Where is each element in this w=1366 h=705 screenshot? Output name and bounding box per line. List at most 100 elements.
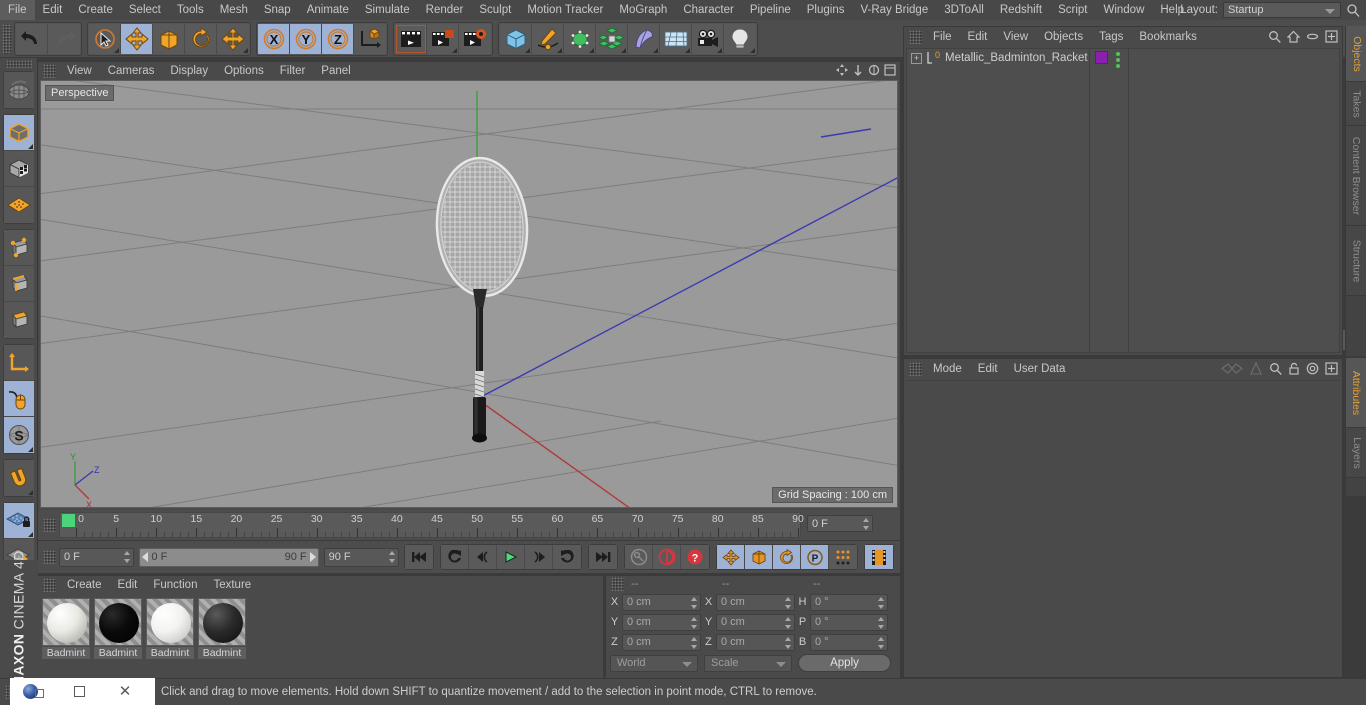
coordinate-field-x-1[interactable]: 0 cm bbox=[622, 594, 701, 611]
preview-range-slider[interactable]: 0 F 90 F bbox=[139, 548, 318, 567]
stepper-icon[interactable] bbox=[784, 617, 791, 629]
object-menu-view[interactable]: View bbox=[995, 27, 1036, 47]
material-item[interactable]: Badmint bbox=[146, 598, 194, 659]
lock-z-axis-button[interactable]: Z bbox=[322, 24, 354, 54]
next-key-button[interactable] bbox=[553, 545, 581, 569]
attribute-menu-mode[interactable]: Mode bbox=[925, 359, 970, 379]
play-backwards-keyframe-button[interactable] bbox=[441, 545, 469, 569]
world-object-coords-button[interactable] bbox=[354, 24, 386, 54]
viewport-menu-display[interactable]: Display bbox=[162, 62, 216, 80]
move-axis-tool[interactable] bbox=[217, 24, 249, 54]
menu-simulate[interactable]: Simulate bbox=[357, 0, 418, 20]
render-view-button[interactable] bbox=[395, 24, 427, 54]
coordinate-field-h-3[interactable]: 0 ° bbox=[810, 594, 888, 611]
material-thumbnail[interactable] bbox=[146, 598, 194, 646]
undo-view-button[interactable] bbox=[4, 72, 34, 108]
material-thumbnail[interactable] bbox=[42, 598, 90, 646]
menu-mesh[interactable]: Mesh bbox=[212, 0, 256, 20]
tab-layers[interactable]: Layers bbox=[1346, 428, 1366, 478]
expand-icon[interactable] bbox=[1325, 30, 1338, 46]
maximize-view-icon[interactable] bbox=[884, 64, 896, 79]
menu-window[interactable]: Window bbox=[1095, 0, 1152, 20]
spline-icon[interactable] bbox=[1221, 362, 1243, 378]
coordinate-field-x-2[interactable]: 0 cm bbox=[716, 594, 795, 611]
preview-end-field[interactable]: 90 F bbox=[324, 548, 399, 567]
material-menu-edit[interactable]: Edit bbox=[110, 576, 146, 594]
stepper-icon[interactable] bbox=[690, 637, 697, 649]
stepper-icon[interactable] bbox=[123, 551, 130, 563]
record-position-button[interactable] bbox=[717, 545, 745, 569]
expand-toggle-icon[interactable]: + bbox=[911, 53, 922, 64]
scale-tool[interactable] bbox=[153, 24, 185, 54]
viewport-3d[interactable]: Perspective Grid Spacing : 100 cm Y Z X bbox=[40, 80, 898, 508]
go-to-end-button[interactable] bbox=[589, 545, 617, 569]
viewport-menu-options[interactable]: Options bbox=[216, 62, 272, 80]
material-gripper[interactable] bbox=[43, 578, 56, 592]
left-palette-gripper[interactable] bbox=[6, 60, 32, 68]
render-to-picture-viewer-button[interactable] bbox=[427, 24, 459, 54]
record-rotation-button[interactable] bbox=[773, 545, 801, 569]
menu-create[interactable]: Create bbox=[70, 0, 121, 20]
lock-x-axis-button[interactable]: X bbox=[258, 24, 290, 54]
range-left-arrow-icon[interactable] bbox=[142, 552, 148, 562]
add-light-button[interactable] bbox=[724, 24, 756, 54]
object-tree[interactable]: +0Metallic_Badminton_Racket bbox=[906, 48, 1340, 353]
menu-script[interactable]: Script bbox=[1050, 0, 1095, 20]
material-tag-icon[interactable] bbox=[1095, 51, 1108, 64]
viewport-menu-view[interactable]: View bbox=[59, 62, 100, 80]
search-icon[interactable] bbox=[1346, 3, 1360, 17]
material-thumbnail[interactable] bbox=[198, 598, 246, 646]
add-camera-button[interactable] bbox=[692, 24, 724, 54]
menu-plugins[interactable]: Plugins bbox=[799, 0, 853, 20]
coordinate-field-y-1[interactable]: 0 cm bbox=[622, 614, 701, 631]
attribute-menu-edit[interactable]: Edit bbox=[970, 359, 1006, 379]
menu-render[interactable]: Render bbox=[418, 0, 472, 20]
menu-edit[interactable]: Edit bbox=[35, 0, 71, 20]
target-icon[interactable] bbox=[1306, 362, 1319, 378]
viewport-gripper[interactable] bbox=[43, 64, 56, 78]
menu-3dtoall[interactable]: 3DToAll bbox=[936, 0, 992, 20]
render-settings-button[interactable] bbox=[459, 24, 491, 54]
points-mode-button[interactable] bbox=[4, 230, 34, 266]
lock-y-axis-button[interactable]: Y bbox=[290, 24, 322, 54]
current-frame-field[interactable]: 0 F bbox=[59, 548, 134, 567]
search-icon[interactable] bbox=[1268, 30, 1281, 46]
coordinate-field-z-1[interactable]: 0 cm bbox=[622, 634, 701, 651]
material-item[interactable]: Badmint bbox=[198, 598, 246, 659]
menu-tools[interactable]: Tools bbox=[169, 0, 212, 20]
edges-mode-button[interactable] bbox=[4, 266, 34, 302]
add-scene-object-button[interactable] bbox=[660, 24, 692, 54]
material-thumbnail[interactable] bbox=[94, 598, 142, 646]
expand-icon[interactable] bbox=[1325, 362, 1338, 378]
maximize-window-icon[interactable] bbox=[56, 678, 102, 705]
visibility-dots-icon[interactable] bbox=[1114, 52, 1122, 68]
autokeying-button[interactable] bbox=[653, 545, 681, 569]
stepper-icon[interactable] bbox=[877, 637, 884, 649]
menu-file[interactable]: File bbox=[0, 0, 35, 20]
go-to-start-button[interactable] bbox=[405, 545, 433, 569]
object-row[interactable]: +0Metallic_Badminton_Racket bbox=[907, 49, 1339, 67]
redo-button[interactable] bbox=[48, 24, 80, 54]
stepper-icon[interactable] bbox=[862, 518, 869, 530]
texture-axis-mode-button[interactable] bbox=[4, 151, 34, 187]
material-menu-create[interactable]: Create bbox=[59, 576, 110, 594]
coordinate-field-b-3[interactable]: 0 ° bbox=[810, 634, 888, 651]
polygons-mode-button[interactable] bbox=[4, 302, 34, 338]
viewport-menu-panel[interactable]: Panel bbox=[313, 62, 358, 80]
record-active-objects-button[interactable] bbox=[625, 545, 653, 569]
stepper-icon[interactable] bbox=[877, 597, 884, 609]
move-tool[interactable] bbox=[121, 24, 153, 54]
rotate-tool[interactable] bbox=[185, 24, 217, 54]
tab-objects[interactable]: Objects bbox=[1346, 26, 1366, 82]
toolbar-gripper[interactable] bbox=[2, 24, 12, 54]
object-menu-objects[interactable]: Objects bbox=[1036, 27, 1091, 47]
viewport-solo-button[interactable] bbox=[4, 187, 34, 223]
attribute-menu-user-data[interactable]: User Data bbox=[1006, 359, 1074, 379]
keyframe-selection-button[interactable]: ? bbox=[681, 545, 709, 569]
enable-axis-modification-button[interactable] bbox=[4, 345, 34, 381]
workplane-button[interactable]: S bbox=[4, 417, 34, 453]
tab-takes[interactable]: Takes bbox=[1346, 82, 1366, 126]
coordinate-field-z-2[interactable]: 0 cm bbox=[716, 634, 795, 651]
apply-button[interactable]: Apply bbox=[798, 654, 891, 672]
menu-animate[interactable]: Animate bbox=[299, 0, 357, 20]
